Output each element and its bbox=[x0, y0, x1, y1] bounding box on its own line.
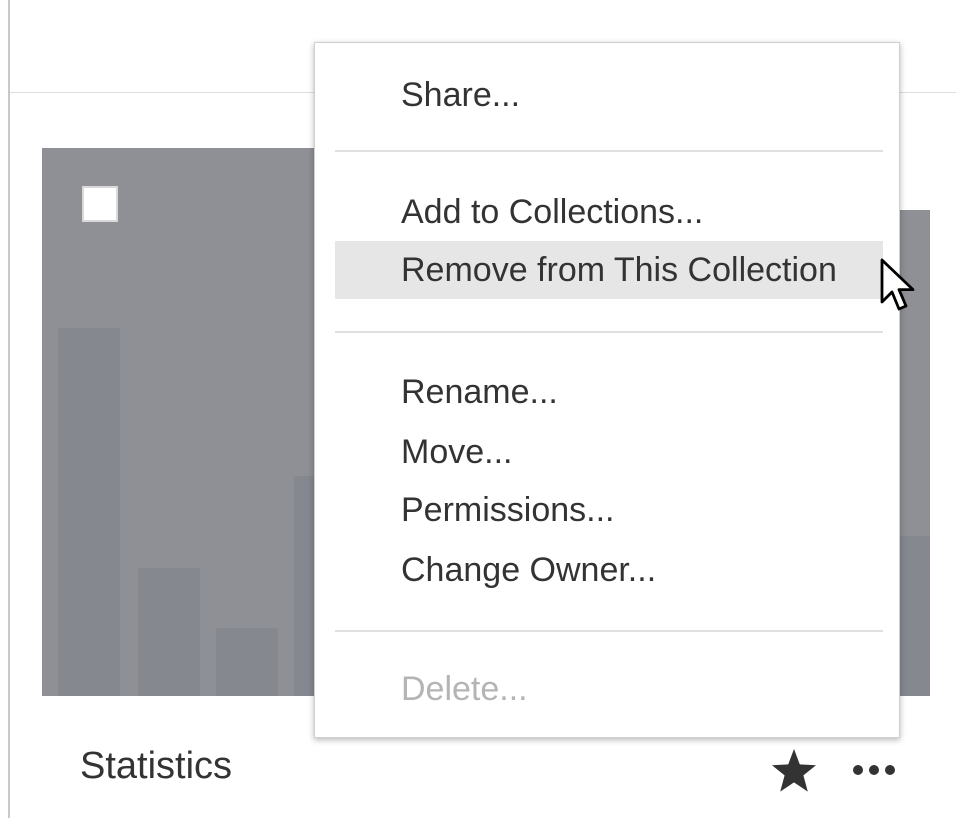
thumbnail-bar bbox=[58, 328, 120, 696]
menu-item-permissions[interactable]: Permissions... bbox=[335, 481, 883, 539]
menu-item-rename[interactable]: Rename... bbox=[335, 363, 883, 421]
thumbnail-bar bbox=[138, 568, 200, 696]
menu-item-change-owner[interactable]: Change Owner... bbox=[335, 541, 883, 599]
star-icon[interactable] bbox=[770, 748, 818, 794]
card-title[interactable]: Statistics bbox=[80, 742, 232, 790]
context-menu: Share... Add to Collections... Remove fr… bbox=[314, 42, 900, 738]
thumbnail-bar bbox=[216, 628, 278, 696]
mouse-pointer-icon bbox=[880, 258, 915, 311]
left-border bbox=[8, 0, 10, 818]
menu-item-delete: Delete... bbox=[401, 670, 528, 708]
menu-item-remove-from-collection[interactable]: Remove from This Collection bbox=[335, 241, 883, 299]
select-checkbox[interactable] bbox=[82, 186, 118, 222]
menu-separator bbox=[335, 630, 883, 632]
menu-separator bbox=[335, 331, 883, 333]
more-horizontal-icon[interactable] bbox=[852, 764, 896, 776]
menu-separator bbox=[335, 150, 883, 152]
menu-item-move[interactable]: Move... bbox=[335, 423, 883, 481]
menu-item-share[interactable]: Share... bbox=[335, 66, 883, 124]
menu-item-add-to-collections[interactable]: Add to Collections... bbox=[335, 183, 883, 241]
content-area: Statistics Share... Add to Collections..… bbox=[0, 0, 956, 818]
